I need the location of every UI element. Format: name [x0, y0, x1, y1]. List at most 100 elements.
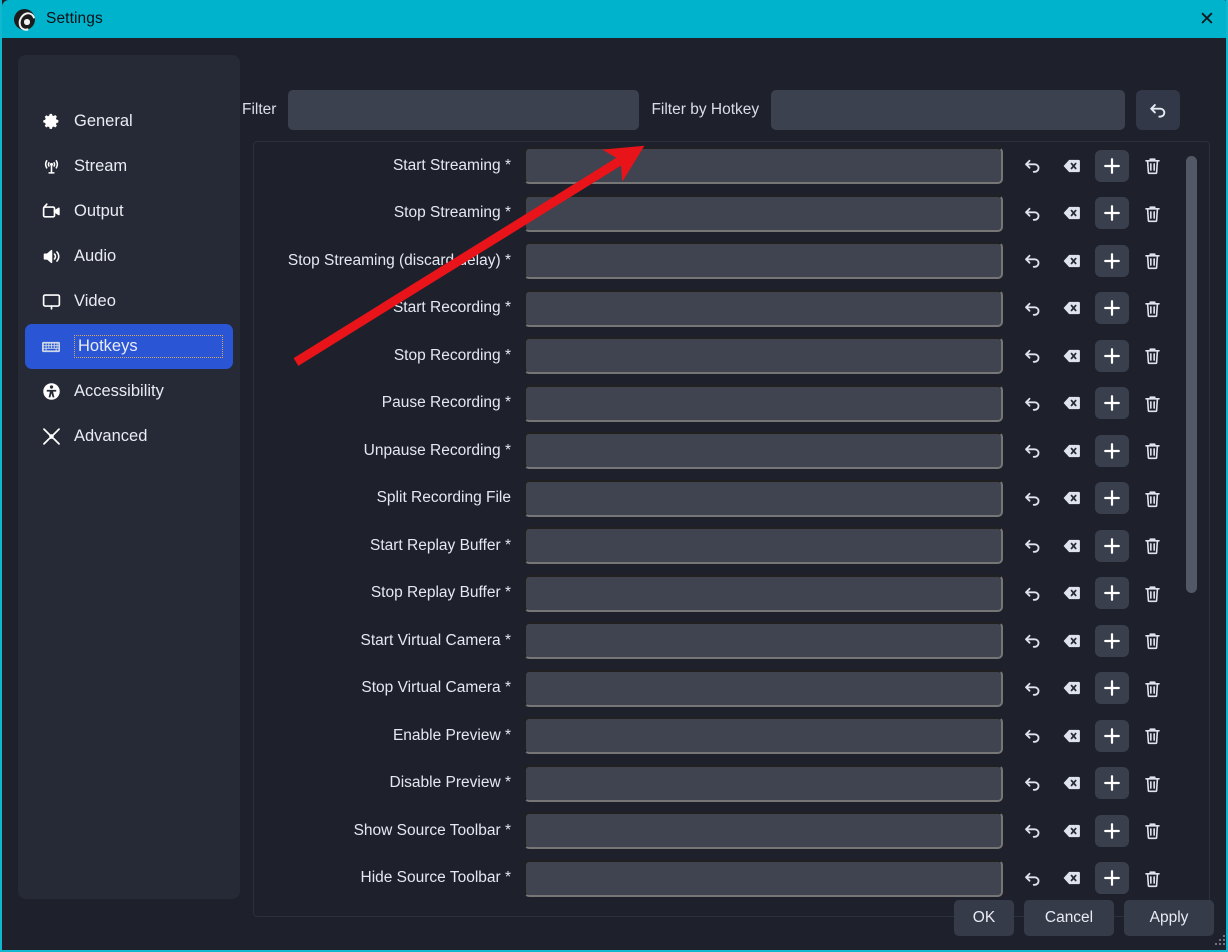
delete-button[interactable] — [1135, 815, 1169, 847]
hotkey-input[interactable] — [524, 289, 1003, 327]
hotkey-input[interactable] — [524, 479, 1003, 517]
delete-button[interactable] — [1135, 197, 1169, 229]
revert-button[interactable] — [1015, 150, 1049, 182]
clear-button[interactable] — [1055, 197, 1089, 229]
search-input[interactable] — [288, 90, 640, 130]
clear-button[interactable] — [1055, 625, 1089, 657]
clear-button[interactable] — [1055, 862, 1089, 894]
revert-button[interactable] — [1015, 340, 1049, 372]
hotkey-input[interactable] — [524, 242, 1003, 280]
add-button[interactable] — [1095, 292, 1129, 325]
add-button[interactable] — [1095, 339, 1129, 372]
delete-button[interactable] — [1135, 245, 1169, 277]
revert-button[interactable] — [1015, 672, 1049, 704]
hotkey-input[interactable] — [524, 812, 1003, 850]
delete-button[interactable] — [1135, 150, 1169, 182]
hotkey-input[interactable] — [524, 622, 1003, 660]
scrollbar-track[interactable] — [1186, 148, 1203, 912]
delete-button[interactable] — [1135, 340, 1169, 372]
settings-sidebar: General Stream Output Audio Video Hotkey… — [18, 55, 240, 899]
hotkey-input[interactable] — [524, 859, 1003, 897]
hotkey-input[interactable] — [524, 337, 1003, 375]
hotkey-filter-input[interactable] — [771, 90, 1126, 130]
add-button[interactable] — [1095, 529, 1129, 562]
delete-button[interactable] — [1135, 530, 1169, 562]
revert-button[interactable] — [1015, 387, 1049, 419]
apply-button[interactable]: Apply — [1124, 900, 1214, 936]
sidebar-item-accessibility[interactable]: Accessibility — [25, 369, 233, 414]
revert-button[interactable] — [1015, 767, 1049, 799]
sidebar-item-video[interactable]: Video — [25, 279, 233, 324]
add-button[interactable] — [1095, 149, 1129, 182]
clear-button[interactable] — [1055, 672, 1089, 704]
sidebar-item-general[interactable]: General — [25, 99, 233, 144]
revert-button[interactable] — [1015, 435, 1049, 467]
clear-button[interactable] — [1055, 150, 1089, 182]
hotkey-input[interactable] — [524, 717, 1003, 755]
clear-button[interactable] — [1055, 482, 1089, 514]
delete-button[interactable] — [1135, 482, 1169, 514]
hotkey-input[interactable] — [524, 147, 1003, 185]
clear-button[interactable] — [1055, 720, 1089, 752]
clear-button[interactable] — [1055, 815, 1089, 847]
hotkey-input[interactable] — [524, 764, 1003, 802]
delete-button[interactable] — [1135, 862, 1169, 894]
add-button[interactable] — [1095, 862, 1129, 895]
hotkey-input[interactable] — [524, 669, 1003, 707]
sidebar-item-stream[interactable]: Stream — [25, 144, 233, 189]
revert-button[interactable] — [1015, 530, 1049, 562]
sidebar-item-hotkeys[interactable]: Hotkeys — [25, 324, 233, 369]
clear-button[interactable] — [1055, 577, 1089, 609]
revert-all-button[interactable] — [1136, 90, 1181, 130]
delete-button[interactable] — [1135, 577, 1169, 609]
add-button[interactable] — [1095, 434, 1129, 467]
delete-button[interactable] — [1135, 292, 1169, 324]
hotkey-input[interactable] — [524, 527, 1003, 565]
add-button[interactable] — [1095, 197, 1129, 230]
scrollbar-thumb[interactable] — [1186, 156, 1197, 593]
hotkey-input[interactable] — [524, 574, 1003, 612]
delete-button[interactable] — [1135, 672, 1169, 704]
cancel-button[interactable]: Cancel — [1024, 900, 1114, 936]
clear-button[interactable] — [1055, 530, 1089, 562]
clear-button[interactable] — [1055, 435, 1089, 467]
add-button[interactable] — [1095, 482, 1129, 515]
clear-button[interactable] — [1055, 387, 1089, 419]
revert-button[interactable] — [1015, 862, 1049, 894]
hotkey-input[interactable] — [524, 384, 1003, 422]
ok-button[interactable]: OK — [954, 900, 1014, 936]
delete-button[interactable] — [1135, 625, 1169, 657]
add-button[interactable] — [1095, 719, 1129, 752]
sidebar-item-audio[interactable]: Audio — [25, 234, 233, 279]
add-button[interactable] — [1095, 577, 1129, 610]
sidebar-item-advanced[interactable]: Advanced — [25, 414, 233, 459]
hotkey-actions — [1009, 387, 1169, 420]
delete-button[interactable] — [1135, 387, 1169, 419]
revert-button[interactable] — [1015, 625, 1049, 657]
revert-button[interactable] — [1015, 577, 1049, 609]
hotkey-input[interactable] — [524, 432, 1003, 470]
add-button[interactable] — [1095, 387, 1129, 420]
revert-button[interactable] — [1015, 197, 1049, 229]
revert-button[interactable] — [1015, 245, 1049, 277]
clear-button[interactable] — [1055, 340, 1089, 372]
delete-button[interactable] — [1135, 435, 1169, 467]
hotkey-input[interactable] — [524, 194, 1003, 232]
delete-button[interactable] — [1135, 767, 1169, 799]
add-button[interactable] — [1095, 767, 1129, 800]
delete-button[interactable] — [1135, 720, 1169, 752]
add-button[interactable] — [1095, 244, 1129, 277]
revert-button[interactable] — [1015, 482, 1049, 514]
clear-button[interactable] — [1055, 292, 1089, 324]
revert-button[interactable] — [1015, 815, 1049, 847]
resize-grip[interactable] — [1212, 932, 1225, 945]
revert-button[interactable] — [1015, 292, 1049, 324]
clear-button[interactable] — [1055, 767, 1089, 799]
add-button[interactable] — [1095, 672, 1129, 705]
add-button[interactable] — [1095, 814, 1129, 847]
add-button[interactable] — [1095, 624, 1129, 657]
revert-button[interactable] — [1015, 720, 1049, 752]
clear-button[interactable] — [1055, 245, 1089, 277]
sidebar-item-output[interactable]: Output — [25, 189, 233, 234]
close-icon[interactable]: ✕ — [1184, 0, 1226, 38]
